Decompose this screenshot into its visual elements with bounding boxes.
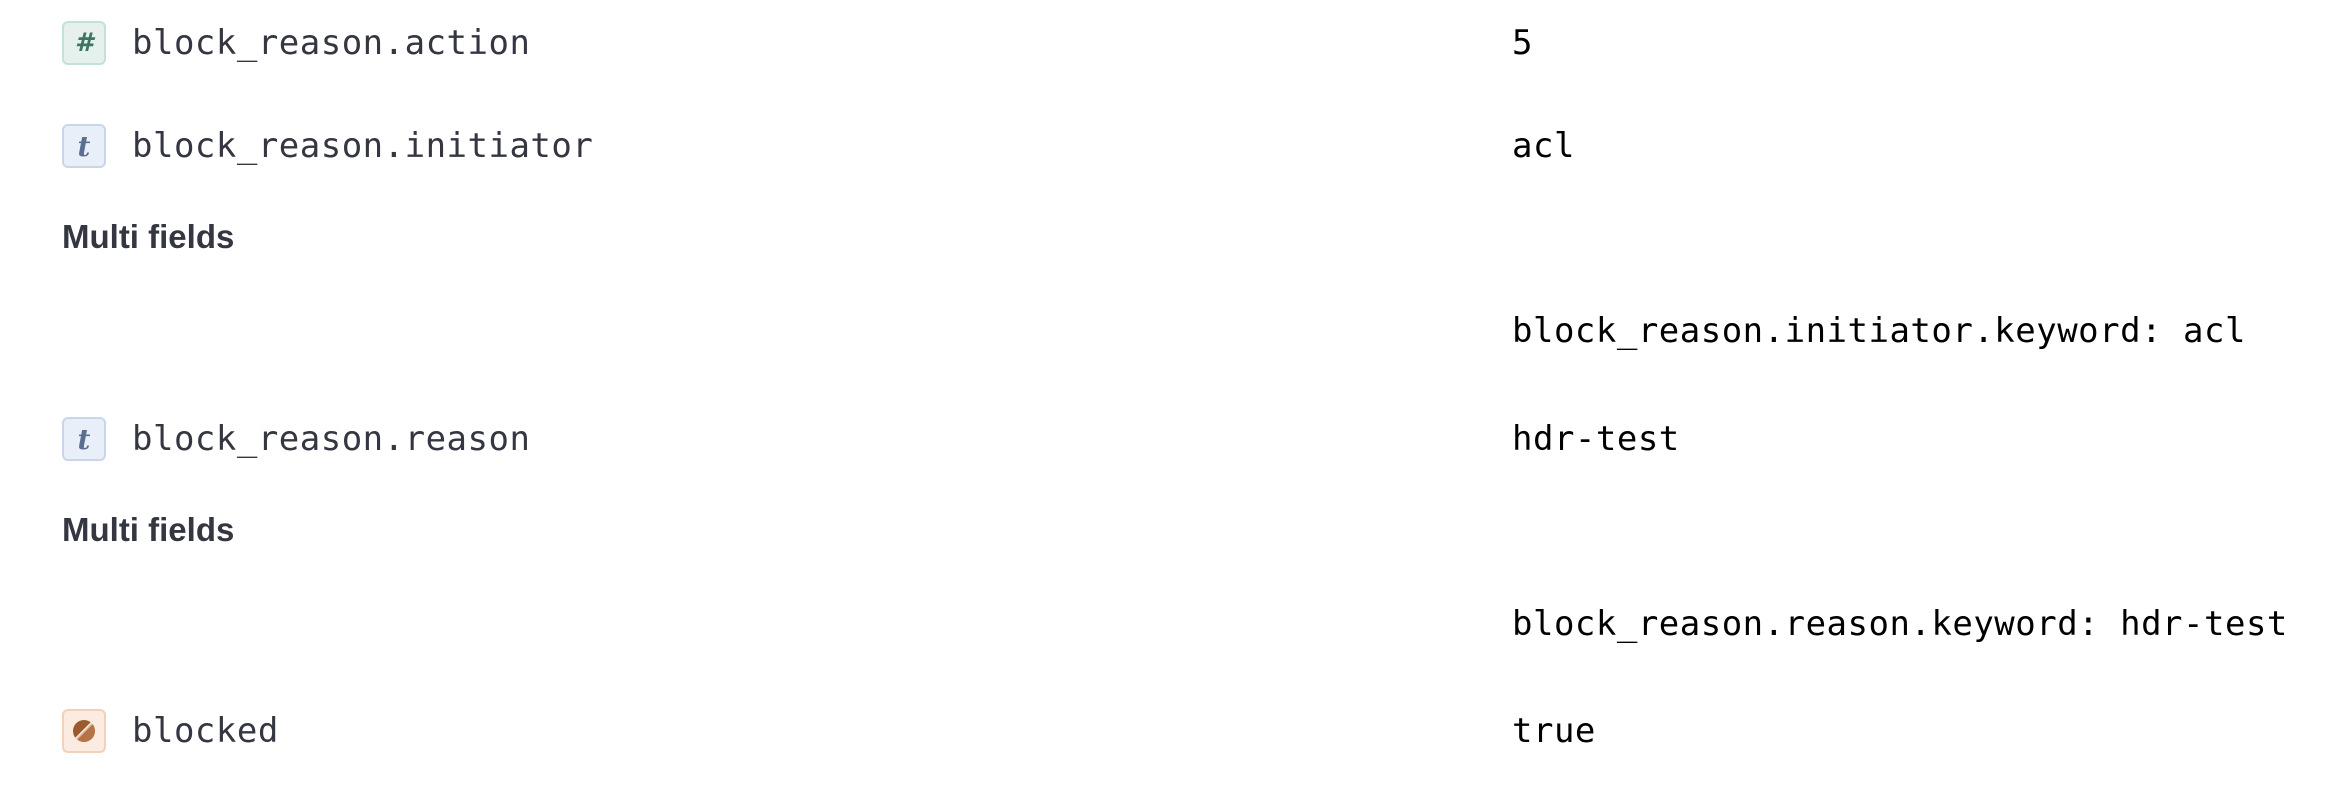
field-value: acl	[1512, 126, 1575, 166]
field-name[interactable]: block_reason.reason	[132, 419, 530, 459]
multi-fields-heading: Multi fields	[62, 218, 235, 255]
multi-field-value: block_reason.initiator.keyword: acl	[1512, 311, 2246, 351]
number-type-icon: #	[62, 21, 106, 65]
field-name-cell: t block_reason.reason	[62, 415, 530, 463]
field-name[interactable]: blocked	[132, 711, 279, 751]
document-fields-table: # block_reason.action 5 t block_reason.i…	[0, 0, 2330, 794]
multi-fields-heading: Multi fields	[62, 511, 235, 548]
field-name-cell: blocked	[62, 707, 279, 755]
field-name[interactable]: block_reason.action	[132, 23, 530, 63]
field-name[interactable]: block_reason.initiator	[132, 126, 593, 166]
string-type-icon: t	[62, 417, 106, 461]
string-type-icon: t	[62, 124, 106, 168]
field-value: hdr-test	[1512, 419, 1680, 459]
multi-field-value: block_reason.reason.keyword: hdr-test	[1512, 604, 2288, 644]
field-name-cell: # block_reason.action	[62, 19, 530, 67]
boolean-type-icon	[62, 709, 106, 753]
boolean-glyph-icon	[73, 720, 96, 743]
field-name-cell: t block_reason.initiator	[62, 122, 593, 170]
field-value: 5	[1512, 23, 1533, 63]
field-value: true	[1512, 711, 1596, 751]
